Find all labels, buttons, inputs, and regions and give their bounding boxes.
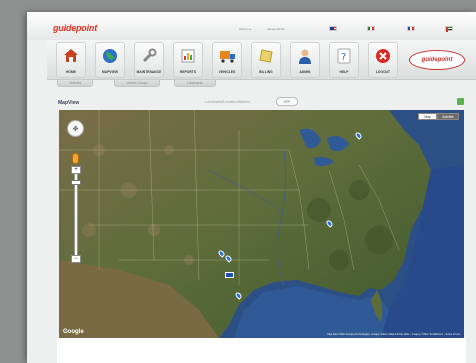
landmark-toggle[interactable]: OFF <box>276 97 298 106</box>
flag-france-icon[interactable] <box>407 26 415 31</box>
app-logo[interactable]: guidepoint <box>53 23 97 33</box>
nav-help-button[interactable]: ? HELP <box>329 42 359 78</box>
help-icon: ? <box>335 47 353 64</box>
landmark-label: Landmarks/Location Markers <box>205 100 251 104</box>
nav-label: ADMIN <box>299 70 311 74</box>
nav-maintenance-button[interactable]: MAINTENANCE <box>134 42 164 78</box>
nav-billing-button[interactable]: BILLING <box>251 42 281 78</box>
brand-badge: guidepoint <box>409 50 465 70</box>
tab-vehicles[interactable]: Vehicles <box>57 80 93 87</box>
nav-vehicles-button[interactable]: VEHICLES <box>212 42 242 78</box>
truck-icon <box>218 47 236 64</box>
top-bar: guidepoint Welcome James Smith <box>27 12 476 40</box>
street-view-pegman-icon[interactable] <box>72 153 79 164</box>
nav-label: LOGOUT <box>375 70 391 74</box>
tab-vehicle-groups[interactable]: Vehicle Groups <box>114 80 160 87</box>
tab-strip: Vehicles Vehicle Groups Landmarks <box>57 80 297 88</box>
map-canvas[interactable]: Map Satellite ✥ + − Google Map data ©201… <box>59 110 464 338</box>
tab-landmarks[interactable]: Landmarks <box>174 80 216 87</box>
nav-reports-button[interactable]: REPORTS <box>173 42 203 78</box>
map-type-map-button[interactable]: Map <box>418 113 437 120</box>
nav-mapview-button[interactable]: MAPVIEW <box>95 42 125 78</box>
reports-icon <box>179 47 197 64</box>
nav-label: HELP <box>339 70 349 74</box>
svg-text:?: ? <box>341 52 346 63</box>
flag-mexico-icon[interactable] <box>367 26 375 31</box>
vehicle-marker[interactable] <box>225 272 234 278</box>
footer-panel <box>57 338 466 363</box>
nav-logout-button[interactable]: LOGOUT <box>368 42 398 78</box>
admin-icon <box>296 47 314 64</box>
welcome-label: Welcome <box>239 27 252 31</box>
user-name: James Smith <box>267 27 285 31</box>
google-logo: Google <box>63 329 84 335</box>
nav-home-button[interactable]: HOME <box>56 42 86 78</box>
main-nav: HOME MAPVIEW MAINTENANCE REPORTS VEHICLE… <box>47 40 476 80</box>
nav-label: BILLING <box>259 70 273 74</box>
flag-us-icon[interactable] <box>329 26 337 31</box>
map-attribution[interactable]: Map data ©2011 Europa Technologies, Goog… <box>327 333 460 336</box>
wrench-icon <box>140 47 158 64</box>
flag-uae-icon[interactable] <box>445 26 453 32</box>
refresh-button[interactable] <box>457 98 464 105</box>
logout-icon <box>374 47 392 64</box>
nav-label: VEHICLES <box>218 70 236 74</box>
zoom-out-button[interactable]: − <box>71 255 81 263</box>
mapview-title: MapView <box>58 100 80 106</box>
nav-label: MAINTENANCE <box>136 70 162 74</box>
globe-icon <box>101 47 119 64</box>
zoom-in-button[interactable]: + <box>71 166 81 174</box>
nav-admin-button[interactable]: ADMIN <box>290 42 320 78</box>
map-type-satellite-button[interactable]: Satellite <box>437 113 459 120</box>
billing-icon <box>257 47 275 64</box>
nav-label: MAPVIEW <box>102 70 118 74</box>
satellite-imagery <box>59 110 464 338</box>
zoom-slider-handle[interactable] <box>71 180 81 185</box>
home-icon <box>62 47 80 64</box>
nav-label: REPORTS <box>179 70 197 74</box>
nav-label: HOME <box>66 70 76 74</box>
app-page: guidepoint Welcome James Smith HOME MAPV… <box>27 12 476 363</box>
pan-control-icon[interactable]: ✥ <box>67 120 84 137</box>
